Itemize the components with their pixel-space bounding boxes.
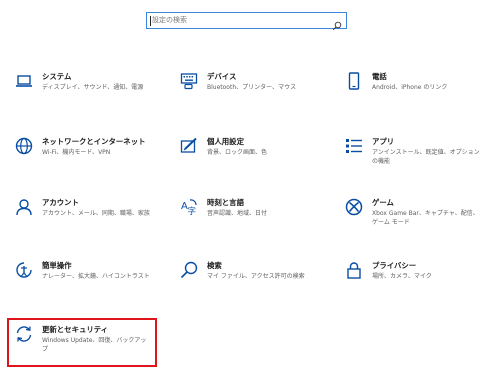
laptop-icon (15, 72, 33, 90)
tile-title: デバイス (207, 72, 237, 81)
tile-title: 更新とセキュリティ (42, 325, 109, 334)
time-language-icon: A字 (180, 198, 198, 216)
tile-phone[interactable]: 電話 Android、iPhone のリンク (345, 72, 488, 112)
ease-of-access-icon (15, 261, 33, 279)
tile-description: 場所、カメラ、マイク (372, 273, 432, 280)
text-cursor (150, 16, 151, 26)
tile-description: 音声認識、地域、日付 (207, 210, 268, 217)
tile-privacy[interactable]: プライバシー 場所、カメラ、マイク (345, 261, 488, 301)
tile-title: 検索 (207, 261, 222, 270)
tile-description: Xbox Game Bar、キャプチャ、配信、ゲーム モード (372, 210, 479, 226)
tile-description: Bluetooth、プリンター、マウス (207, 84, 297, 91)
svg-text:字: 字 (188, 206, 197, 216)
tile-description: Android、iPhone のリンク (372, 84, 448, 91)
tile-title: 簡単操作 (42, 261, 72, 270)
tile-title: プライバシー (372, 261, 417, 270)
tile-title: アプリ (372, 137, 395, 146)
tile-title: ネットワークとインターネット (42, 137, 146, 146)
tile-gaming[interactable]: ゲーム Xbox Game Bar、キャプチャ、配信、ゲーム モード (345, 198, 488, 238)
magnifier-icon (180, 261, 198, 279)
tile-title: ゲーム (372, 198, 394, 207)
tile-devices[interactable]: デバイス Bluetooth、プリンター、マウス (180, 72, 330, 112)
keyboard-icon (180, 72, 198, 90)
search-icon[interactable] (332, 16, 342, 31)
tile-title: 個人用設定 (207, 137, 244, 146)
tile-description: Windows Update、回復、バックアップ (42, 337, 147, 353)
person-icon (15, 198, 33, 216)
search-placeholder: 設定の検索 (152, 16, 187, 24)
tile-description: 背景、ロック画面、色 (207, 149, 268, 156)
tile-ease-of-access[interactable]: 簡単操作 ナレーター、拡大鏡、ハイコントラスト (15, 261, 165, 301)
tile-personalization[interactable]: 個人用設定 背景、ロック画面、色 (180, 137, 330, 177)
pen-tablet-icon (180, 137, 198, 155)
tile-description: マイ ファイル、アクセス許可の検索 (207, 273, 305, 280)
globe-icon (15, 137, 33, 155)
search-input[interactable]: 設定の検索 (146, 12, 347, 31)
phone-icon (345, 72, 363, 90)
tile-accounts[interactable]: アカウント アカウント、メール、同期、職場、家族 (15, 198, 165, 238)
tile-title: 電話 (372, 72, 387, 81)
settings-home: 設定の検索 システム ディスプレイ、サウンド、通知、電源 デバイス Blueto… (0, 0, 488, 373)
tile-description: Wi-Fi、機内モード、VPN (42, 149, 111, 156)
tile-title: システム (42, 72, 72, 81)
app-list-icon (345, 137, 363, 155)
tile-description: アンインストール、既定値、オプションの機能 (372, 149, 480, 165)
xbox-icon (345, 198, 363, 216)
tile-description: アカウント、メール、同期、職場、家族 (42, 210, 150, 217)
tile-system[interactable]: システム ディスプレイ、サウンド、通知、電源 (15, 72, 165, 112)
tile-apps[interactable]: アプリ アンインストール、既定値、オプションの機能 (345, 137, 488, 177)
tile-description: ナレーター、拡大鏡、ハイコントラスト (42, 273, 150, 280)
tile-time-language[interactable]: A字 時刻と言語 音声認識、地域、日付 (180, 198, 330, 238)
tile-search[interactable]: 検索 マイ ファイル、アクセス許可の検索 (180, 261, 330, 301)
sync-icon (15, 325, 33, 343)
tile-update-security[interactable]: 更新とセキュリティ Windows Update、回復、バックアップ (15, 325, 165, 365)
tile-title: 時刻と言語 (207, 198, 244, 207)
lock-icon (345, 261, 363, 279)
tile-network[interactable]: ネットワークとインターネット Wi-Fi、機内モード、VPN (15, 137, 165, 177)
tile-title: アカウント (42, 198, 79, 207)
tile-description: ディスプレイ、サウンド、通知、電源 (42, 84, 144, 91)
